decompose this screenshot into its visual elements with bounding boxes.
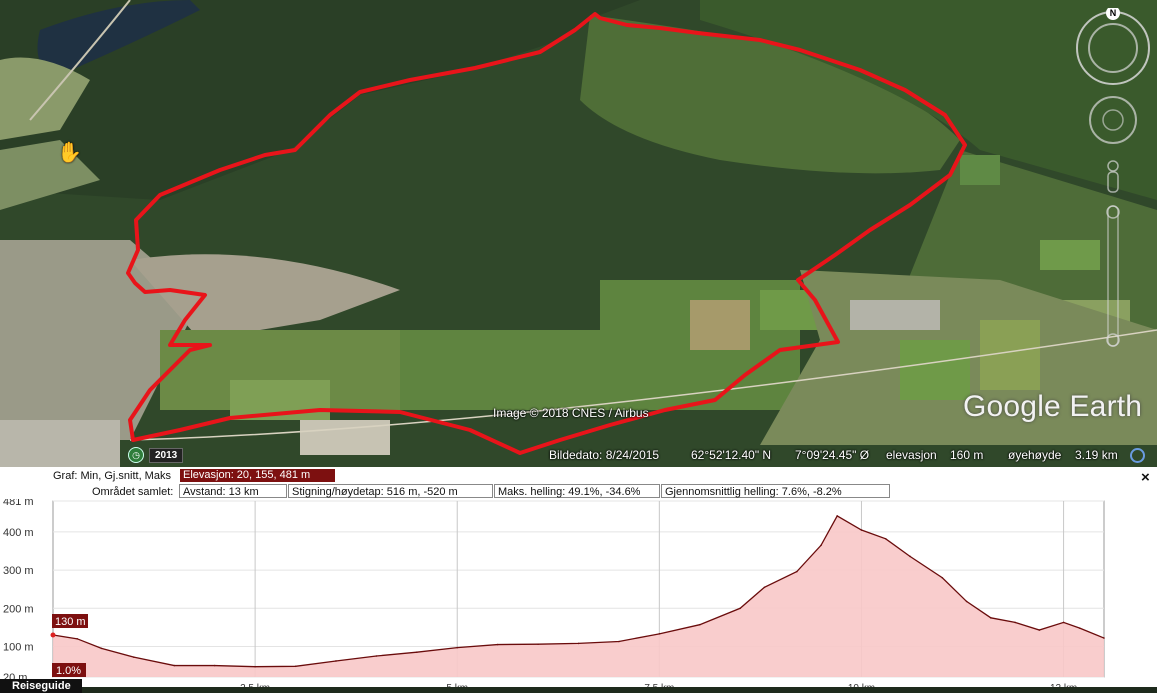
profile-point: [173, 664, 176, 667]
profile-point: [1062, 621, 1065, 624]
elevation-value: 160 m: [950, 448, 984, 462]
x-tick-label: 5 km: [446, 683, 468, 687]
profile-point: [496, 643, 499, 646]
zoom-slider[interactable]: [1106, 205, 1120, 347]
profile-point: [990, 617, 992, 619]
streaming-indicator-icon: [1130, 448, 1145, 463]
close-button[interactable]: ×: [1141, 469, 1150, 486]
profile-point: [909, 555, 911, 558]
profile-point: [100, 647, 103, 650]
compass-ring-icon[interactable]: [1076, 8, 1150, 85]
elevation-profile-panel: Graf: Min, Gj.snitt, Maks Elevasjon: 20,…: [0, 467, 1157, 693]
map-view[interactable]: ✋ N Image © 2018 CNES / Airbus Google Ea…: [0, 0, 1157, 467]
profile-point: [416, 651, 418, 653]
elevation-badge: Elevasjon: 20, 155, 481 m: [180, 469, 335, 482]
profile-point: [763, 586, 766, 589]
y-tick-label: 300 m: [3, 565, 34, 577]
x-tick-label: 2.5 km: [240, 683, 270, 687]
elevation-chart[interactable]: 481 m400 m300 m200 m100 m20 m2.5 km5 km7…: [0, 499, 1157, 687]
x-tick-label: 12 km: [1050, 683, 1077, 687]
profile-point: [820, 544, 822, 547]
profile-point: [698, 623, 701, 626]
hand-cursor-icon: ✋: [57, 142, 82, 164]
summary-label: Området samlet:: [92, 486, 174, 498]
travel-guide-tab[interactable]: Reiseguide: [0, 679, 82, 693]
look-joystick-icon[interactable]: [1089, 96, 1137, 144]
profile-point: [658, 633, 661, 635]
profile-point: [76, 638, 79, 640]
eye-altitude-label: øyehøyde: [1008, 448, 1062, 462]
profile-point: [1014, 621, 1016, 624]
historical-imagery-chip[interactable]: ◷ 2013: [128, 447, 184, 463]
profile-point: [618, 640, 620, 643]
gain-loss-stat: Stigning/høydetap: 516 m, -520 m: [288, 484, 493, 498]
profile-point: [1078, 627, 1081, 629]
profile-point: [884, 537, 887, 540]
profile-point: [254, 665, 256, 668]
imagery-year: 2013: [149, 447, 184, 463]
imagery-copyright: Image © 2018 CNES / Airbus: [493, 406, 649, 420]
profile-point: [294, 665, 297, 668]
profile-point: [133, 656, 135, 658]
avg-slope-stat: Gjennomsnittlig helling: 7.6%, -8.2%: [661, 484, 890, 498]
x-tick-label: 10 km: [848, 683, 875, 687]
y-tick-label: 100 m: [3, 641, 34, 653]
y-tick-label: 481 m: [3, 499, 34, 508]
latitude-readout: 62°52'12.40" N: [691, 448, 772, 462]
profile-point: [456, 646, 459, 649]
profile-point: [836, 515, 839, 517]
eye-altitude-value: 3.19 km: [1075, 448, 1118, 462]
profile-point: [375, 655, 378, 657]
navigation-controls[interactable]: N: [1074, 8, 1154, 358]
distance-stat: Avstand: 13 km: [179, 484, 287, 498]
google-earth-logo: Google Earth: [963, 390, 1143, 423]
image-date: Bildedato: 8/24/2015: [549, 448, 660, 462]
profile-point: [1103, 637, 1105, 639]
profile-point: [795, 570, 798, 573]
cursor-marker: [50, 632, 56, 638]
profile-point: [213, 664, 216, 667]
x-tick-label: 7.5 km: [644, 683, 674, 687]
cursor-elevation-label: 130 m: [55, 616, 86, 628]
cursor-slope-label: 1.0%: [56, 665, 81, 677]
max-slope-stat: Maks. helling: 49.1%, -34.6%: [494, 484, 660, 498]
profile-point: [941, 576, 944, 579]
longitude-readout: 7°09'24.45" Ø: [795, 448, 870, 462]
street-view-pegman-icon[interactable]: [1107, 160, 1119, 193]
y-tick-label: 400 m: [3, 527, 34, 539]
profile-point: [335, 660, 337, 662]
profile-point: [965, 600, 968, 603]
clock-icon[interactable]: ◷: [128, 447, 144, 463]
profile-point: [577, 642, 580, 645]
elevation-label: elevasjon: [886, 448, 937, 462]
profile-point: [1038, 629, 1041, 631]
profile-point: [537, 643, 539, 645]
y-tick-label: 200 m: [3, 603, 34, 615]
graph-label: Graf: Min, Gj.snitt, Maks: [53, 470, 171, 482]
profile-point: [860, 529, 863, 531]
compass-north-label: N: [1110, 8, 1117, 18]
profile-point: [739, 607, 741, 610]
